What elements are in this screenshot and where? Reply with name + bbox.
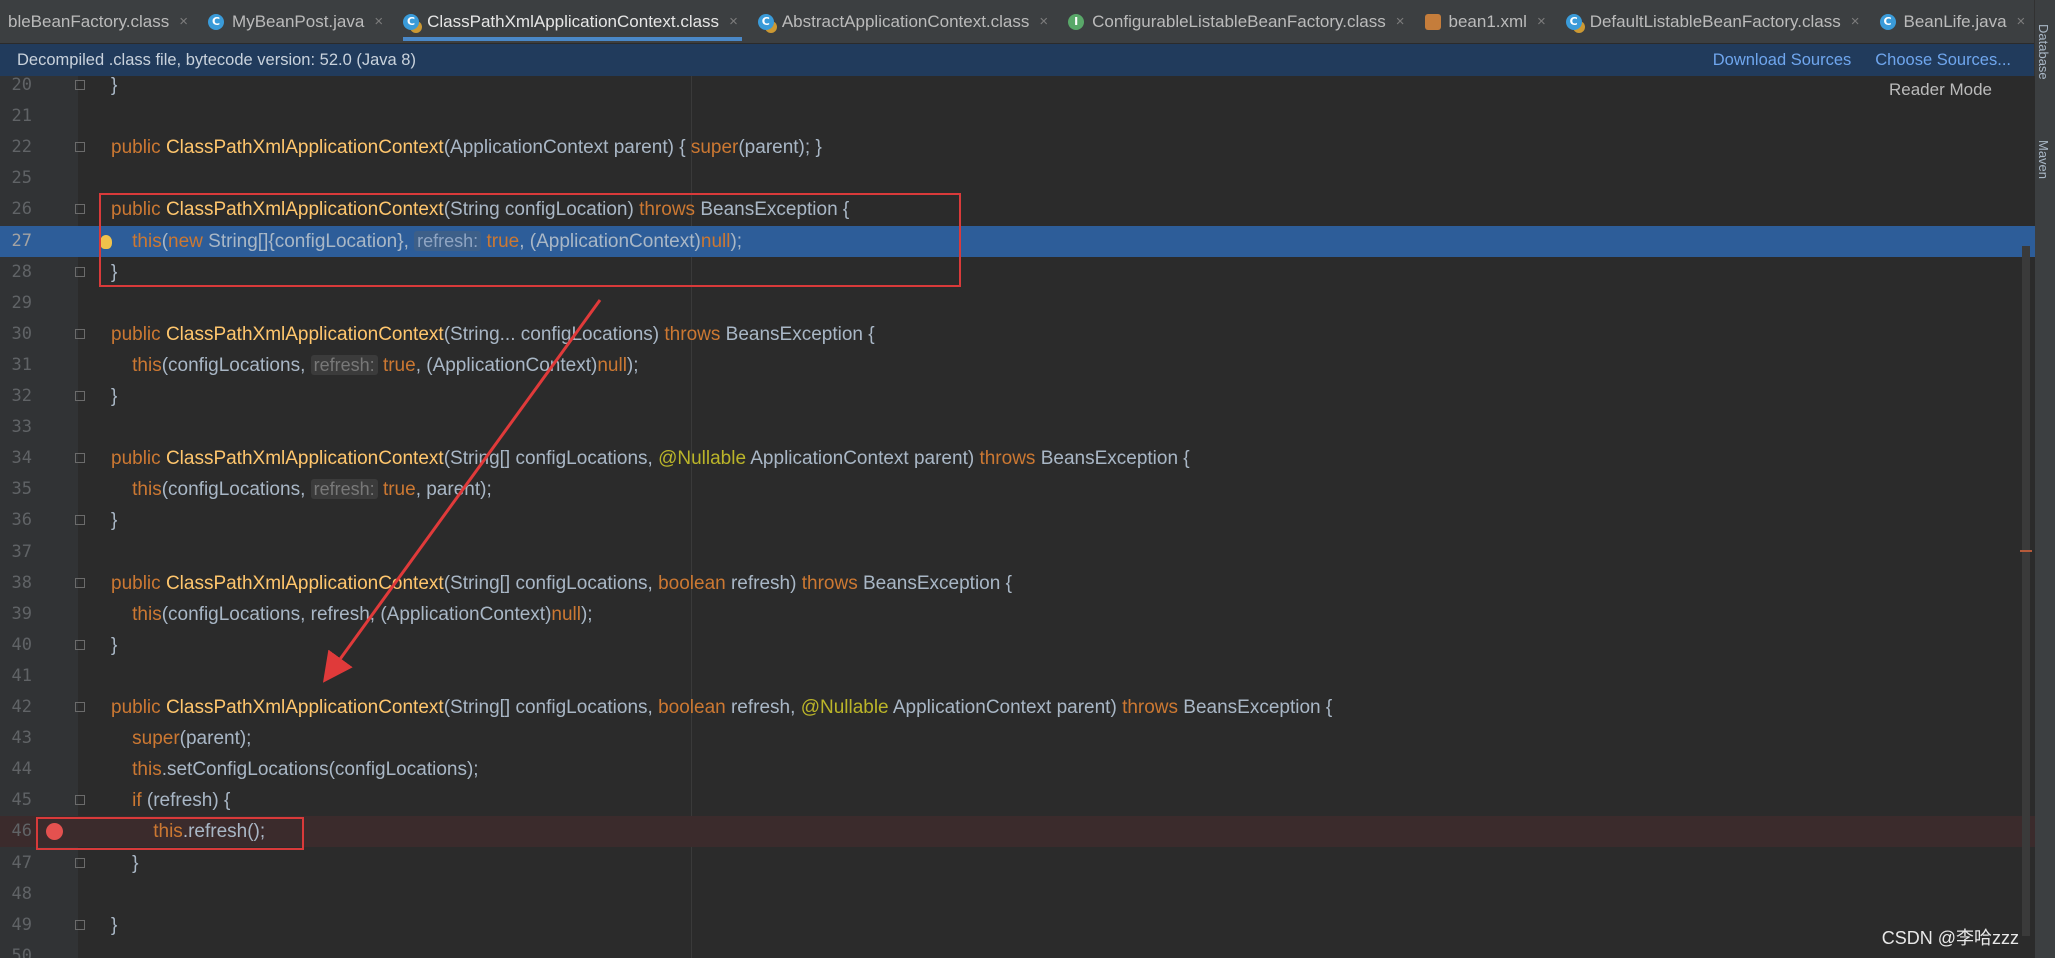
tab-bean1[interactable]: bean1.xml × bbox=[1417, 0, 1558, 43]
tab-label: DefaultListableBeanFactory.class bbox=[1589, 11, 1841, 31]
tab-label: AbstractApplicationContext.class bbox=[781, 11, 1030, 31]
tab-label: ClassPathXmlApplicationContext.class bbox=[427, 11, 720, 31]
code-editor[interactable]: 20} 21 22 public ClassPathXmlApplicationCon… bbox=[0, 76, 2035, 958]
tab-abstractapplicationcontext[interactable]: C AbstractApplicationContext.class × bbox=[750, 0, 1060, 43]
interface-file-icon: I bbox=[1068, 13, 1085, 30]
tab-mybeanpost[interactable]: C MyBeanPost.java × bbox=[200, 0, 395, 43]
maven-tool-button[interactable]: Maven bbox=[2036, 140, 2051, 179]
close-icon[interactable]: × bbox=[2017, 13, 2026, 30]
xml-file-icon bbox=[1424, 13, 1441, 30]
class-file-icon: C bbox=[1879, 13, 1896, 30]
class-file-icon: C bbox=[757, 13, 774, 30]
close-icon[interactable]: × bbox=[1396, 13, 1405, 30]
class-file-icon: C bbox=[1565, 13, 1582, 30]
close-icon[interactable]: × bbox=[729, 13, 738, 30]
tab-defaultlistablebeanfactory[interactable]: C DefaultListableBeanFactory.class × bbox=[1558, 0, 1872, 43]
close-icon[interactable]: × bbox=[1537, 13, 1546, 30]
close-icon[interactable]: × bbox=[374, 13, 383, 30]
csdn-watermark: CSDN @李哈zzz bbox=[1881, 928, 2019, 948]
tab-configurablelistablebeanfactory[interactable]: I ConfigurableListableBeanFactory.class × bbox=[1060, 0, 1416, 43]
tab-blebeanfactory[interactable]: bleBeanFactory.class × bbox=[0, 0, 200, 43]
decompiled-info-bar: Decompiled .class file, bytecode version… bbox=[0, 44, 2035, 76]
tab-label: MyBeanPost.java bbox=[232, 11, 365, 31]
choose-sources-link[interactable]: Choose Sources... bbox=[1875, 51, 2011, 70]
class-file-icon: C bbox=[403, 13, 420, 30]
editor-tab-bar: bleBeanFactory.class × C MyBeanPost.java × C C… bbox=[0, 0, 2035, 44]
tab-label: bleBeanFactory.class bbox=[8, 11, 170, 31]
close-icon[interactable]: × bbox=[179, 13, 188, 30]
tab-label: BeanLife.java bbox=[1903, 11, 2007, 31]
tab-label: ConfigurableListableBeanFactory.class bbox=[1092, 11, 1386, 31]
database-tool-button[interactable]: Database bbox=[2036, 24, 2051, 80]
tab-classpathxmlapplicationcontext[interactable]: C ClassPathXmlApplicationContext.class × bbox=[395, 0, 750, 43]
download-sources-link[interactable]: Download Sources bbox=[1713, 51, 1852, 70]
close-icon[interactable]: × bbox=[1039, 13, 1048, 30]
class-file-icon: C bbox=[208, 13, 225, 30]
annotation-arrow bbox=[322, 299, 602, 683]
close-icon[interactable]: × bbox=[1851, 13, 1860, 30]
right-tool-strip: Database Maven bbox=[2034, 0, 2055, 958]
tab-label: bean1.xml bbox=[1448, 11, 1527, 31]
tab-beanlife[interactable]: C BeanLife.java × bbox=[1872, 0, 2035, 43]
decompiled-message: Decompiled .class file, bytecode version… bbox=[17, 50, 416, 69]
